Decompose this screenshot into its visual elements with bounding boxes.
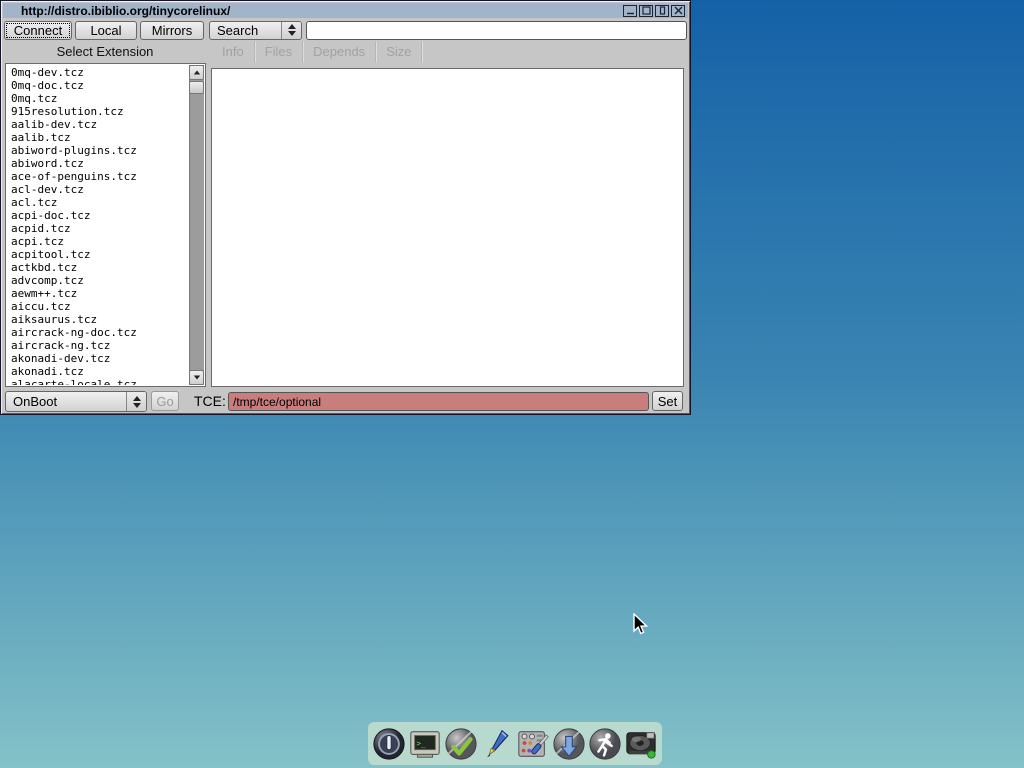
search-mode-value: Search [210, 22, 281, 39]
extension-item[interactable]: alacarte-locale.tcz [7, 378, 189, 385]
arrow-up-icon [193, 71, 199, 75]
extension-item[interactable]: actkbd.tcz [7, 261, 189, 274]
extension-item[interactable]: aewm++.tcz [7, 287, 189, 300]
extension-item[interactable]: aalib-dev.tcz [7, 118, 189, 131]
tce-label: TCE: [194, 391, 226, 411]
extension-item[interactable]: aircrack-ng.tcz [7, 339, 189, 352]
shade-icon [658, 6, 667, 15]
maximize-button[interactable] [639, 5, 653, 17]
scroll-up-button[interactable] [189, 65, 204, 80]
install-mode-dropdown[interactable]: OnBoot [5, 391, 147, 412]
check-sphere-icon[interactable] [443, 725, 479, 763]
detail-tab[interactable]: Files [255, 42, 303, 62]
chevron-updown-icon [281, 22, 301, 39]
search-input[interactable] [306, 21, 687, 40]
extension-item[interactable]: acpid.tcz [7, 222, 189, 235]
mount-disk-icon[interactable] [623, 725, 659, 763]
info-content-pane [211, 68, 684, 387]
desktop: { "desktop": { "gradient_top": "#1561a7"… [0, 0, 1024, 768]
extension-item[interactable]: acpi-doc.tcz [7, 209, 189, 222]
appbrowser-window: http://distro.ibiblio.org/tinycorelinux/… [0, 0, 691, 415]
close-button[interactable] [671, 5, 685, 17]
tce-path-input[interactable] [228, 392, 649, 411]
extension-item[interactable]: acl-dev.tcz [7, 183, 189, 196]
mirrors-button[interactable]: Mirrors [140, 21, 204, 40]
set-button[interactable]: Set [652, 391, 683, 411]
extension-item[interactable]: aalib.tcz [7, 131, 189, 144]
extension-item[interactable]: acpitool.tcz [7, 248, 189, 261]
detail-tab[interactable]: Depends [303, 42, 376, 62]
extension-item[interactable]: ace-of-penguins.tcz [7, 170, 189, 183]
arrow-down-icon [193, 376, 199, 380]
extension-item[interactable]: 915resolution.tcz [7, 105, 189, 118]
extension-item[interactable]: acpi.tcz [7, 235, 189, 248]
power-icon[interactable] [371, 725, 407, 763]
local-button[interactable]: Local [75, 21, 137, 40]
extension-item[interactable]: aiksaurus.tcz [7, 313, 189, 326]
scroll-down-button[interactable] [189, 370, 204, 385]
install-mode-value: OnBoot [6, 392, 126, 411]
detail-tab[interactable]: Info [212, 42, 255, 62]
extension-list: 0mq-dev.tcz 0mq-doc.tcz 0mq.tcz 915resol… [7, 65, 189, 385]
extension-item[interactable]: akonadi-dev.tcz [7, 352, 189, 365]
bottom-bar: OnBoot Go TCE: Set [1, 390, 690, 414]
detail-tab[interactable]: Size [376, 42, 422, 62]
extension-item[interactable]: abiword.tcz [7, 157, 189, 170]
apps-download-icon[interactable] [551, 725, 587, 763]
shade-button[interactable] [655, 5, 669, 17]
chevron-updown-icon [126, 392, 146, 411]
scrollbar-thumb[interactable] [189, 81, 204, 94]
extension-item[interactable]: 0mq.tcz [7, 92, 189, 105]
extension-item[interactable]: akonadi.tcz [7, 365, 189, 378]
go-button[interactable]: Go [151, 391, 179, 411]
minimize-button[interactable] [623, 5, 637, 17]
extension-item[interactable]: acl.tcz [7, 196, 189, 209]
editor-pen-icon[interactable] [479, 725, 515, 763]
maximize-icon [642, 6, 651, 15]
list-header: Select Extension [1, 43, 209, 60]
search-mode-dropdown[interactable]: Search [209, 21, 302, 40]
window-controls [623, 5, 688, 17]
terminal-icon[interactable]: >_ [407, 725, 443, 763]
titlebar[interactable]: http://distro.ibiblio.org/tinycorelinux/ [3, 3, 688, 18]
dock: >_ [368, 722, 662, 765]
control-panel-icon[interactable] [515, 725, 551, 763]
toolbar: Connect Local Mirrors Search [4, 20, 687, 40]
window-title: http://distro.ibiblio.org/tinycorelinux/ [3, 4, 230, 18]
list-scrollbar[interactable] [189, 65, 204, 385]
svg-text:>_: >_ [417, 738, 427, 747]
extension-item[interactable]: aiccu.tcz [7, 300, 189, 313]
run-icon[interactable] [587, 725, 623, 763]
minimize-icon [626, 6, 635, 15]
detail-tabs: Info Files Depends Size [212, 42, 422, 62]
extension-item[interactable]: abiword-plugins.tcz [7, 144, 189, 157]
extension-item[interactable]: advcomp.tcz [7, 274, 189, 287]
extension-item[interactable]: 0mq-doc.tcz [7, 79, 189, 92]
extension-item[interactable]: 0mq-dev.tcz [7, 66, 189, 79]
close-icon [674, 6, 683, 15]
extension-item[interactable]: aircrack-ng-doc.tcz [7, 326, 189, 339]
extension-listbox: 0mq-dev.tcz 0mq-doc.tcz 0mq.tcz 915resol… [5, 63, 206, 387]
connect-button[interactable]: Connect [4, 21, 72, 40]
mouse-cursor [631, 613, 651, 640]
